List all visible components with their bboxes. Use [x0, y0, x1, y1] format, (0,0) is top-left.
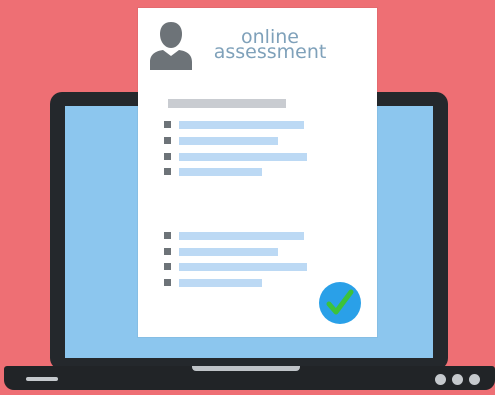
- list-line-placeholder: [179, 232, 304, 240]
- document-heading-placeholder: [168, 99, 286, 108]
- laptop-port-slot: [26, 377, 58, 381]
- list-bullet: [164, 263, 171, 270]
- list-bullet: [164, 232, 171, 239]
- list-bullet: [164, 279, 171, 286]
- list-line-placeholder: [179, 137, 278, 145]
- list-line-placeholder: [179, 153, 307, 161]
- checkmark-icon: [319, 282, 361, 324]
- user-silhouette-icon: [150, 22, 192, 70]
- list-bullet: [164, 248, 171, 255]
- list-line-placeholder: [179, 168, 262, 176]
- laptop-indicator-dot-icon: [452, 374, 463, 385]
- laptop-indicator-dot-icon: [469, 374, 480, 385]
- list-bullet: [164, 168, 171, 175]
- list-line-placeholder: [179, 248, 278, 256]
- list-line-placeholder: [179, 121, 304, 129]
- list-bullet: [164, 121, 171, 128]
- document-title-line-2: assessment: [213, 41, 327, 63]
- list-bullet: [164, 153, 171, 160]
- list-line-placeholder: [179, 279, 262, 287]
- list-line-placeholder: [179, 263, 307, 271]
- laptop-hinge-notch: [192, 366, 300, 371]
- laptop-indicator-dot-icon: [435, 374, 446, 385]
- list-bullet: [164, 137, 171, 144]
